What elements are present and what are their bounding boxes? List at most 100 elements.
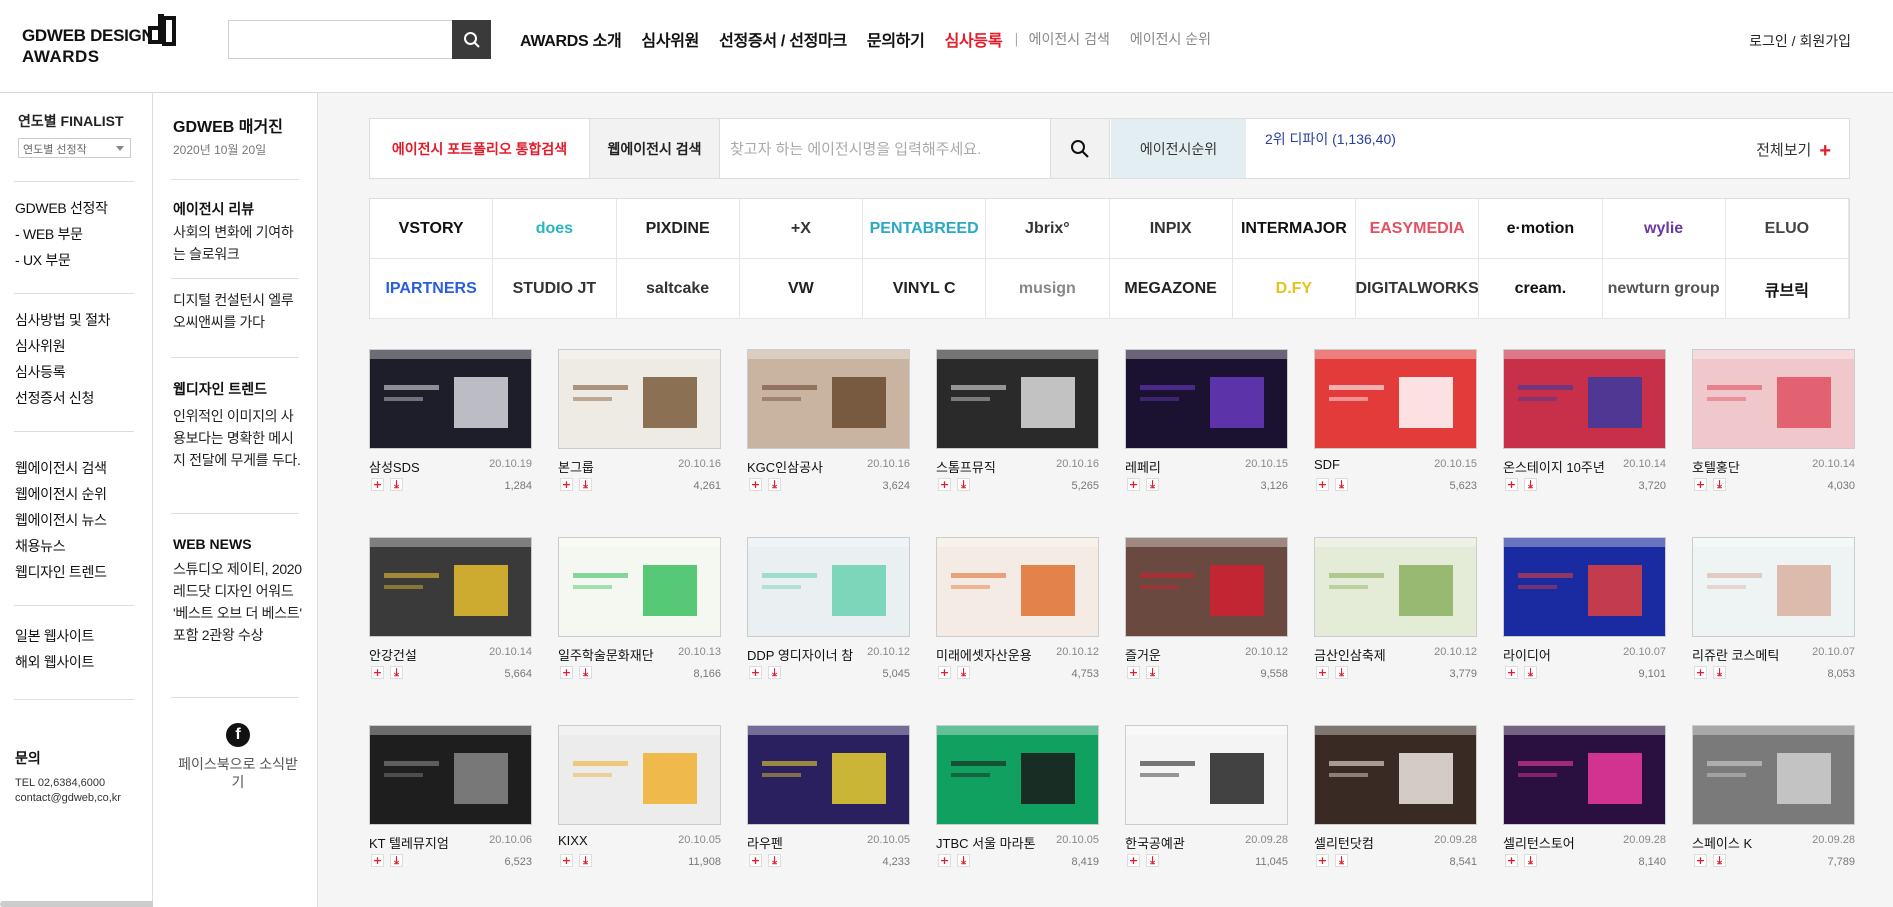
- menu-judging-process[interactable]: 심사방법 및 절차: [15, 307, 111, 333]
- agency-logo[interactable]: e·motion: [1479, 199, 1603, 259]
- portfolio-thumbnail[interactable]: [1125, 725, 1288, 825]
- portfolio-card[interactable]: 안강건설 20.10.14 + ⤓ 5,664: [369, 537, 532, 707]
- plus-icon[interactable]: +: [1505, 666, 1518, 679]
- portfolio-card[interactable]: 스페이스 K 20.09.28 + ⤓ 7,789: [1692, 725, 1855, 895]
- agency-search-input[interactable]: 찾고자 하는 에이전시명을 입력해주세요.: [722, 119, 1050, 178]
- download-icon[interactable]: ⤓: [957, 478, 970, 491]
- portfolio-thumbnail[interactable]: [936, 349, 1099, 449]
- portfolio-name[interactable]: SDF: [1314, 457, 1429, 472]
- agency-logo[interactable]: DIGITALWORKS: [1356, 259, 1480, 319]
- portfolio-card[interactable]: 스톰프뮤직 20.10.16 + ⤓ 5,265: [936, 349, 1099, 519]
- portfolio-card[interactable]: KT 텔레뮤지엄 20.10.06 + ⤓ 6,523: [369, 725, 532, 895]
- menu-overseas-sites[interactable]: 해외 웹사이트: [15, 649, 94, 675]
- plus-icon[interactable]: +: [1316, 666, 1329, 679]
- download-icon[interactable]: ⤓: [768, 478, 781, 491]
- menu-gdweb-selected[interactable]: GDWEB 선정작: [15, 195, 108, 221]
- nav-judges[interactable]: 심사위원: [641, 27, 699, 51]
- portfolio-name[interactable]: 본그룹: [558, 457, 673, 476]
- agency-logo[interactable]: ELUO: [1725, 199, 1849, 259]
- login-signup-link[interactable]: 로그인 / 회원가입: [1749, 31, 1851, 51]
- download-icon[interactable]: ⤓: [1335, 666, 1348, 679]
- portfolio-thumbnail[interactable]: [558, 537, 721, 637]
- portfolio-thumbnail[interactable]: [369, 349, 532, 449]
- portfolio-card[interactable]: 금산인삼축제 20.10.12 + ⤓ 3,779: [1314, 537, 1477, 707]
- plus-icon[interactable]: +: [371, 666, 384, 679]
- download-icon[interactable]: ⤓: [579, 666, 592, 679]
- plus-icon[interactable]: +: [1505, 854, 1518, 867]
- plus-icon[interactable]: +: [938, 854, 951, 867]
- plus-icon[interactable]: +: [749, 854, 762, 867]
- view-all-button[interactable]: 전체보기 +: [1756, 139, 1831, 163]
- download-icon[interactable]: ⤓: [1713, 478, 1726, 491]
- portfolio-card[interactable]: 라우펜 20.10.05 + ⤓ 4,233: [747, 725, 910, 895]
- tab-portfolio-search[interactable]: 에이전시 포트폴리오 통합검색: [370, 119, 590, 178]
- menu-ux-category[interactable]: - UX 부문: [15, 247, 108, 273]
- portfolio-thumbnail[interactable]: [1125, 349, 1288, 449]
- portfolio-thumbnail[interactable]: [1503, 349, 1666, 449]
- menu-register[interactable]: 심사등록: [15, 359, 110, 385]
- menu-japan-sites[interactable]: 일본 웹사이트: [15, 623, 94, 649]
- portfolio-thumbnail[interactable]: [558, 349, 721, 449]
- plus-icon[interactable]: +: [560, 666, 573, 679]
- agency-logo[interactable]: VINYL C: [863, 259, 987, 319]
- plus-icon[interactable]: +: [749, 666, 762, 679]
- portfolio-thumbnail[interactable]: [1503, 537, 1666, 637]
- portfolio-card[interactable]: 즐거운 20.10.12 + ⤓ 9,558: [1125, 537, 1288, 707]
- download-icon[interactable]: ⤓: [768, 666, 781, 679]
- menu-job-news[interactable]: 채용뉴스: [15, 533, 107, 559]
- portfolio-thumbnail[interactable]: [747, 349, 910, 449]
- portfolio-card[interactable]: KIXX 20.10.05 + ⤓ 11,908: [558, 725, 721, 895]
- agency-search-button[interactable]: [1050, 119, 1110, 178]
- download-icon[interactable]: ⤓: [1713, 854, 1726, 867]
- nav-contact[interactable]: 문의하기: [867, 27, 925, 51]
- download-icon[interactable]: ⤓: [390, 478, 403, 491]
- portfolio-thumbnail[interactable]: [1692, 537, 1855, 637]
- portfolio-card[interactable]: DDP 영디자이너 참 20.10.12 + ⤓ 5,045: [747, 537, 910, 707]
- portfolio-card[interactable]: 라이디어 20.10.07 + ⤓ 9,101: [1503, 537, 1666, 707]
- download-icon[interactable]: ⤓: [1524, 666, 1537, 679]
- agency-logo[interactable]: STUDIO JT: [493, 259, 617, 319]
- portfolio-name[interactable]: 라이디어: [1503, 645, 1618, 664]
- agency-logo[interactable]: saltcake: [616, 259, 740, 319]
- portfolio-name[interactable]: 즐거운: [1125, 645, 1240, 664]
- portfolio-name[interactable]: 스페이스 K: [1692, 833, 1807, 852]
- portfolio-thumbnail[interactable]: [1503, 725, 1666, 825]
- portfolio-name[interactable]: KIXX: [558, 833, 673, 848]
- portfolio-card[interactable]: 리쥬란 코스메틱 20.10.07 + ⤓ 8,053: [1692, 537, 1855, 707]
- portfolio-name[interactable]: 온스테이지 10주년: [1503, 457, 1618, 476]
- portfolio-name[interactable]: 미래에셋자산운용: [936, 645, 1051, 664]
- download-icon[interactable]: ⤓: [1524, 854, 1537, 867]
- agency-logo[interactable]: +X: [739, 199, 863, 259]
- agency-logo[interactable]: MEGAZONE: [1109, 259, 1233, 319]
- agency-logo[interactable]: Jbrix°: [986, 199, 1110, 259]
- download-icon[interactable]: ⤓: [768, 854, 781, 867]
- portfolio-card[interactable]: 셀리턴닷컴 20.09.28 + ⤓ 8,541: [1314, 725, 1477, 895]
- plus-icon[interactable]: +: [371, 854, 384, 867]
- magazine-item[interactable]: 웹디자인 트렌드 인위적인 이미지의 사용보다는 명확한 메시지 전달에 무게를…: [173, 379, 303, 471]
- download-icon[interactable]: ⤓: [579, 478, 592, 491]
- download-icon[interactable]: ⤓: [579, 854, 592, 867]
- portfolio-name[interactable]: 레페리: [1125, 457, 1240, 476]
- portfolio-name[interactable]: 리쥬란 코스메틱: [1692, 645, 1807, 664]
- magazine-item[interactable]: 에이전시 리뷰 사회의 변화에 기여하는 슬로워크: [173, 199, 303, 265]
- global-search-input[interactable]: [228, 20, 453, 59]
- menu-judges[interactable]: 심사위원: [15, 333, 110, 359]
- magazine-title[interactable]: GDWEB 매거진: [173, 113, 283, 137]
- portfolio-name[interactable]: 호텔홍단: [1692, 457, 1807, 476]
- menu-agency-news[interactable]: 웹에이전시 뉴스: [15, 507, 107, 533]
- portfolio-thumbnail[interactable]: [558, 725, 721, 825]
- plus-icon[interactable]: +: [1127, 666, 1140, 679]
- nav-register[interactable]: 심사등록: [945, 27, 1003, 51]
- plus-icon[interactable]: +: [938, 478, 951, 491]
- nav-awards-intro[interactable]: AWARDS 소개: [520, 27, 622, 51]
- plus-icon[interactable]: +: [560, 854, 573, 867]
- download-icon[interactable]: ⤓: [957, 854, 970, 867]
- plus-icon[interactable]: +: [371, 478, 384, 491]
- agency-logo[interactable]: does: [493, 199, 617, 259]
- portfolio-name[interactable]: 안강건설: [369, 645, 484, 664]
- download-icon[interactable]: ⤓: [957, 666, 970, 679]
- plus-icon[interactable]: +: [1127, 478, 1140, 491]
- agency-logo[interactable]: VW: [739, 259, 863, 319]
- portfolio-name[interactable]: 삼성SDS: [369, 457, 484, 476]
- menu-certificate-apply[interactable]: 선정증서 신청: [15, 385, 110, 411]
